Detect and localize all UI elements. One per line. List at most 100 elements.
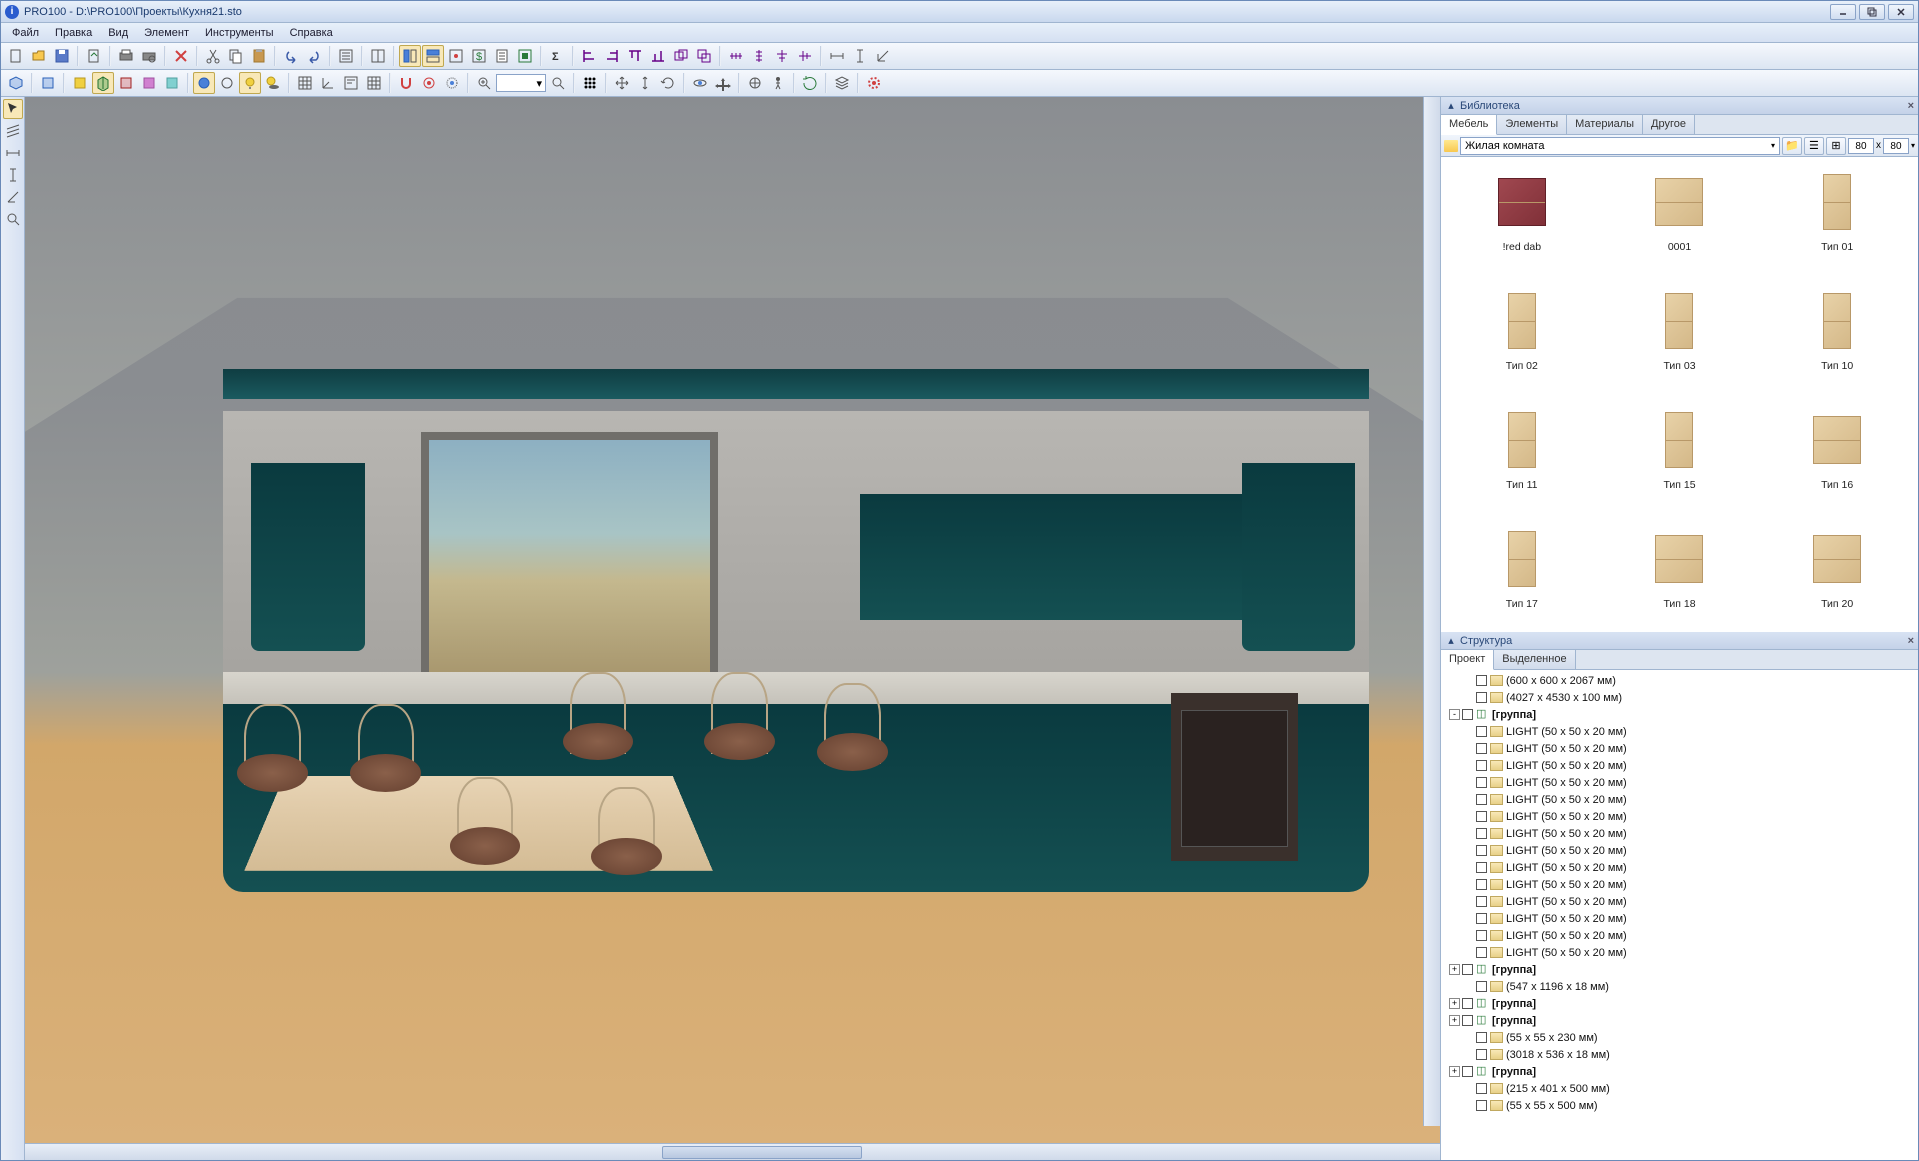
layers-icon[interactable]	[831, 72, 853, 94]
library-item[interactable]: Тип 20	[1762, 520, 1912, 632]
menu-Инструменты[interactable]: Инструменты	[197, 25, 282, 41]
align-front-icon[interactable]	[670, 45, 692, 67]
distribute-h-icon[interactable]	[725, 45, 747, 67]
tree-row[interactable]: (55 x 55 x 500 мм)	[1445, 1097, 1914, 1114]
tree-row[interactable]: (55 x 55 x 230 мм)	[1445, 1029, 1914, 1046]
tree-expander-icon[interactable]: +	[1449, 1015, 1460, 1026]
up-folder-icon[interactable]: 📁	[1782, 137, 1802, 155]
view-top-icon[interactable]	[37, 72, 59, 94]
structure-collapse-icon[interactable]: ▴	[1445, 635, 1457, 647]
grid-icon[interactable]	[294, 72, 316, 94]
view-front-icon[interactable]	[69, 72, 91, 94]
view-right-icon[interactable]	[92, 72, 114, 94]
dimension-v-icon[interactable]	[849, 45, 871, 67]
toggle-reports-button[interactable]	[491, 45, 513, 67]
view-bottom-icon[interactable]	[161, 72, 183, 94]
tree-checkbox[interactable]	[1476, 777, 1487, 788]
size-dropdown-icon[interactable]: ▾	[1911, 141, 1915, 150]
rotate-icon[interactable]	[657, 72, 679, 94]
structure-tab-1[interactable]: Выделенное	[1494, 650, 1575, 669]
tree-row[interactable]: +[группа]	[1445, 1063, 1914, 1080]
library-tab-3[interactable]: Другое	[1643, 115, 1695, 134]
table-icon[interactable]	[363, 72, 385, 94]
delete-button[interactable]	[170, 45, 192, 67]
align-back-icon[interactable]	[693, 45, 715, 67]
align-left-icon[interactable]	[578, 45, 600, 67]
center-view-icon[interactable]	[744, 72, 766, 94]
toggle-structure-button[interactable]	[399, 45, 421, 67]
new-button[interactable]	[5, 45, 27, 67]
tree-row[interactable]: LIGHT (50 x 50 x 20 мм)	[1445, 910, 1914, 927]
collision-icon[interactable]	[418, 72, 440, 94]
tree-row[interactable]: LIGHT (50 x 50 x 20 мм)	[1445, 927, 1914, 944]
tree-checkbox[interactable]	[1476, 1032, 1487, 1043]
render-wireframe-icon[interactable]	[216, 72, 238, 94]
tree-checkbox[interactable]	[1476, 743, 1487, 754]
library-item[interactable]: Тип 17	[1447, 520, 1597, 632]
viewport-hscroll[interactable]	[25, 1143, 1440, 1160]
tree-row[interactable]: LIGHT (50 x 50 x 20 мм)	[1445, 876, 1914, 893]
view-perspective-icon[interactable]	[5, 72, 27, 94]
move-xy-icon[interactable]	[611, 72, 633, 94]
tree-checkbox[interactable]	[1476, 1083, 1487, 1094]
snap-grid-icon[interactable]	[579, 72, 601, 94]
cut-button[interactable]	[202, 45, 224, 67]
tree-row[interactable]: -[группа]	[1445, 706, 1914, 723]
library-item[interactable]: Тип 10	[1762, 282, 1912, 397]
align-bottom-icon[interactable]	[647, 45, 669, 67]
tree-expander-icon[interactable]: -	[1449, 709, 1460, 720]
sum-button[interactable]: Σ	[546, 45, 568, 67]
tree-row[interactable]: LIGHT (50 x 50 x 20 мм)	[1445, 757, 1914, 774]
refresh-view-icon[interactable]	[799, 72, 821, 94]
export-button[interactable]	[83, 45, 105, 67]
tree-checkbox[interactable]	[1462, 709, 1473, 720]
tree-expander-icon[interactable]: +	[1449, 964, 1460, 975]
toggle-dimensions-button[interactable]	[445, 45, 467, 67]
library-collapse-icon[interactable]: ▴	[1445, 100, 1457, 112]
tree-checkbox[interactable]	[1476, 896, 1487, 907]
center-h-icon[interactable]	[771, 45, 793, 67]
align-top-icon[interactable]	[624, 45, 646, 67]
tree-expander-icon[interactable]: +	[1449, 1066, 1460, 1077]
toggle-price-button[interactable]: $	[468, 45, 490, 67]
align-right-icon[interactable]	[601, 45, 623, 67]
library-item[interactable]: Тип 03	[1605, 282, 1755, 397]
dim-v-tool-icon[interactable]	[3, 165, 23, 185]
tree-checkbox[interactable]	[1462, 1066, 1473, 1077]
tree-checkbox[interactable]	[1476, 760, 1487, 771]
tree-row[interactable]: +[группа]	[1445, 995, 1914, 1012]
tree-row[interactable]: LIGHT (50 x 50 x 20 мм)	[1445, 774, 1914, 791]
settings-gear-icon[interactable]	[863, 72, 885, 94]
zoom-tool-icon[interactable]	[3, 209, 23, 229]
undo-button[interactable]	[280, 45, 302, 67]
list-view-icon[interactable]: ☰	[1804, 137, 1824, 155]
hatch-tool-icon[interactable]	[3, 121, 23, 141]
tree-checkbox[interactable]	[1476, 930, 1487, 941]
tree-checkbox[interactable]	[1476, 1049, 1487, 1060]
3d-viewport[interactable]	[25, 97, 1440, 1143]
tree-checkbox[interactable]	[1476, 1100, 1487, 1111]
tree-row[interactable]: (4027 x 4530 x 100 мм)	[1445, 689, 1914, 706]
zoom-in-icon[interactable]	[473, 72, 495, 94]
thumb-width[interactable]: 80	[1848, 138, 1874, 154]
tree-row[interactable]: LIGHT (50 x 50 x 20 мм)	[1445, 825, 1914, 842]
tree-row[interactable]: +[группа]	[1445, 1012, 1914, 1029]
orbit-icon[interactable]	[689, 72, 711, 94]
render-shaded-icon[interactable]	[193, 72, 215, 94]
tree-checkbox[interactable]	[1476, 981, 1487, 992]
library-item[interactable]: Тип 18	[1605, 520, 1755, 632]
tree-row[interactable]: (547 x 1196 x 18 мм)	[1445, 978, 1914, 995]
tree-expander-icon[interactable]: +	[1449, 998, 1460, 1009]
tree-checkbox[interactable]	[1476, 845, 1487, 856]
menu-Правка[interactable]: Правка	[47, 25, 100, 41]
library-item[interactable]: Тип 01	[1762, 163, 1912, 278]
library-item[interactable]: Тип 02	[1447, 282, 1597, 397]
library-item[interactable]: Тип 11	[1447, 401, 1597, 516]
tree-row[interactable]: LIGHT (50 x 50 x 20 мм)	[1445, 944, 1914, 961]
grid-view-icon[interactable]: ⊞	[1826, 137, 1846, 155]
library-tab-0[interactable]: Мебель	[1441, 115, 1497, 135]
dim-angle-tool-icon[interactable]	[3, 187, 23, 207]
save-button[interactable]	[51, 45, 73, 67]
tree-row[interactable]: LIGHT (50 x 50 x 20 мм)	[1445, 893, 1914, 910]
zoom-fit-icon[interactable]	[547, 72, 569, 94]
